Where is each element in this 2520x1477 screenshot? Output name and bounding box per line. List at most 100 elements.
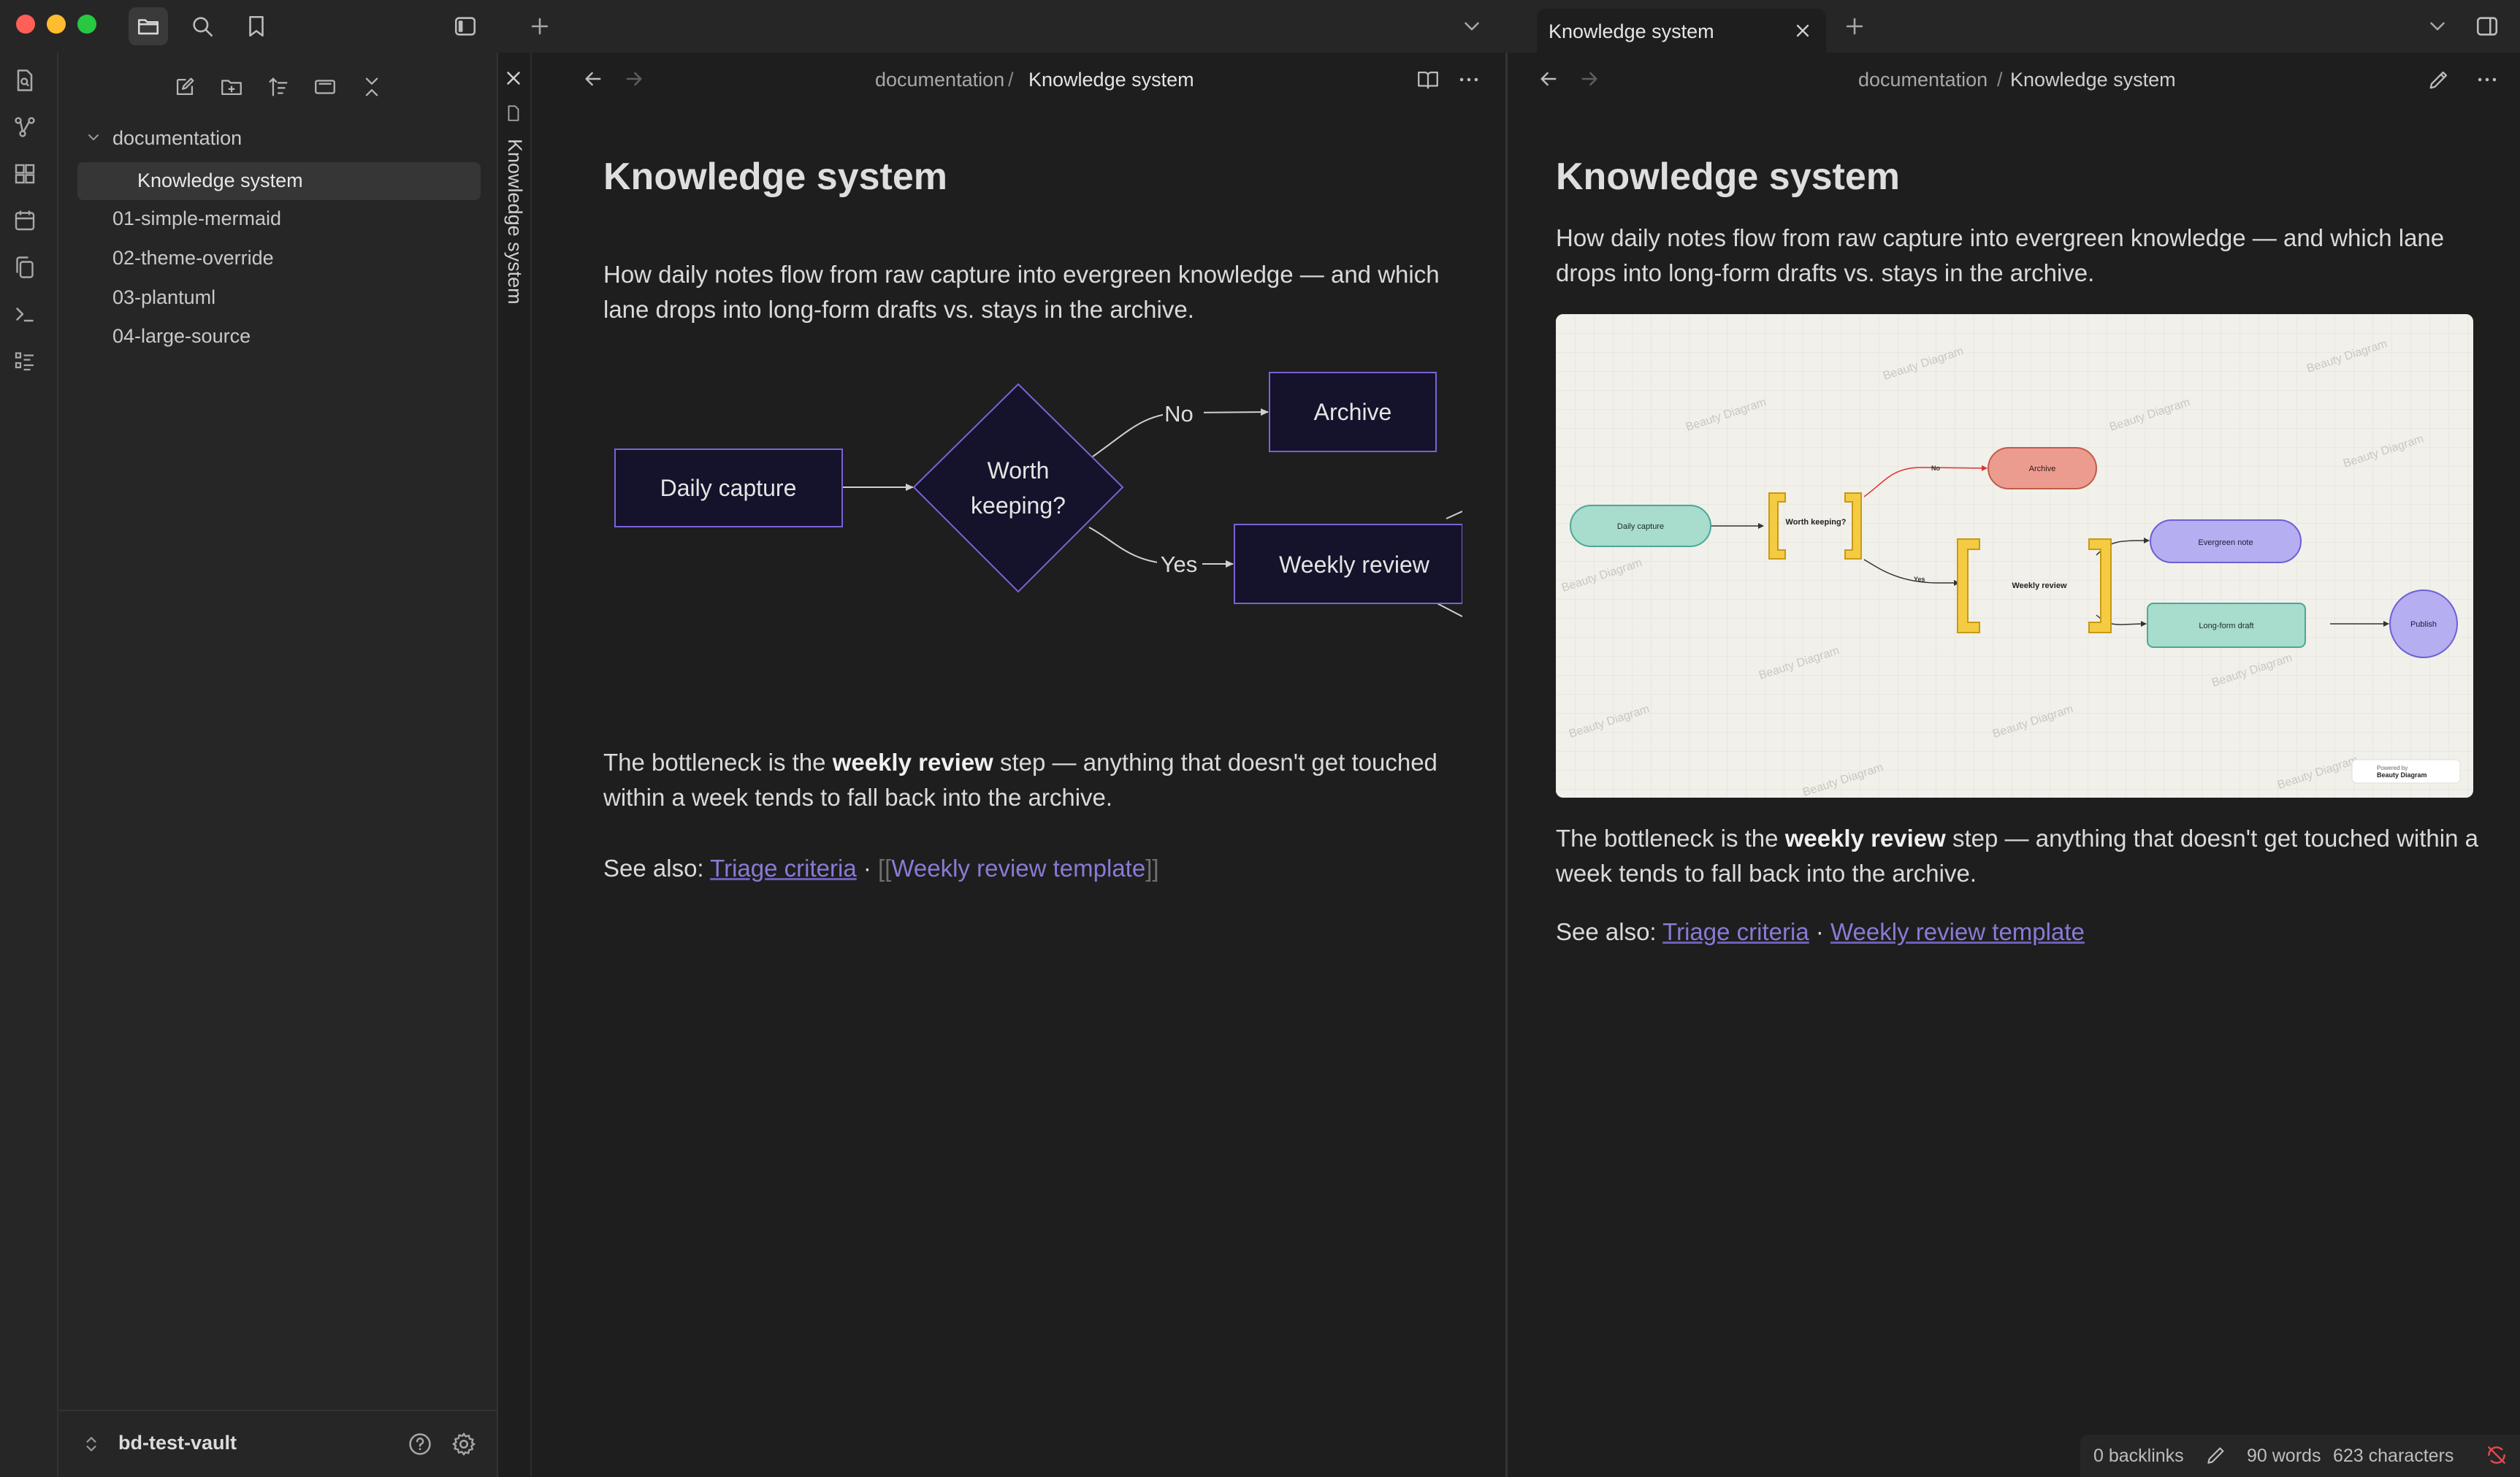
sort-icon xyxy=(269,77,288,96)
graph-icon xyxy=(15,117,35,137)
edge-label-yes-img: Yes xyxy=(1914,576,1925,583)
bottleneck-pre-right: The bottleneck is the xyxy=(1556,825,1785,852)
more-options-button[interactable] xyxy=(1456,67,1486,96)
file-item-02-theme-override[interactable]: 02-theme-override xyxy=(112,247,274,270)
breadcrumb-separator: / xyxy=(1008,69,1014,91)
book-open-icon xyxy=(1418,71,1438,89)
status-bar: 0 backlinks 90 words 623 characters xyxy=(2080,1435,2520,1477)
daily-note-button[interactable] xyxy=(12,207,41,237)
file-item-knowledge-system[interactable]: Knowledge system xyxy=(137,169,303,192)
file-item-03-plantuml[interactable]: 03-plantuml xyxy=(112,286,215,309)
auto-reveal-button[interactable] xyxy=(308,70,342,104)
sort-button[interactable] xyxy=(261,70,295,104)
beauty-diagram-image: Beauty Diagram Beauty Diagram Beauty Dia… xyxy=(1556,314,2473,798)
wikilink-open-brackets: [[ xyxy=(878,855,892,882)
graph-view-button[interactable] xyxy=(12,114,41,143)
minimize-window-button[interactable] xyxy=(47,15,66,34)
bookmark-icon xyxy=(249,15,264,37)
node-weekly-review-img-label: Weekly review xyxy=(2012,581,2066,590)
reading-view-button[interactable] xyxy=(1416,67,1445,96)
help-icon xyxy=(409,1433,431,1455)
see-also-left: See also: Triage criteria · [[Weekly rev… xyxy=(603,851,1480,886)
link-weekly-review-template-right[interactable]: Weekly review template xyxy=(1830,918,2085,945)
gear-icon xyxy=(452,1432,476,1456)
breadcrumb-note-right[interactable]: Knowledge system xyxy=(2010,69,2176,91)
bottleneck-line-2-right: week tends to fall back into the archive… xyxy=(1556,860,1977,887)
character-count: 623 characters xyxy=(2333,1446,2454,1466)
link-triage-criteria-right[interactable]: Triage criteria xyxy=(1662,918,1809,945)
word-count: 90 words xyxy=(2247,1446,2321,1466)
edit-mode-button[interactable] xyxy=(2427,67,2456,96)
pencil-icon xyxy=(2207,1447,2224,1464)
back-button-right[interactable] xyxy=(1537,67,1566,96)
bookmarks-tab[interactable] xyxy=(237,7,276,45)
edge-label-yes: Yes xyxy=(1161,552,1198,577)
toggle-right-sidebar-button[interactable] xyxy=(2467,7,2507,45)
arrow-right-icon xyxy=(1581,72,1597,86)
stacked-tab-title: Knowledge system xyxy=(504,139,526,305)
maximize-window-button[interactable] xyxy=(77,15,96,34)
new-tab-button[interactable] xyxy=(520,7,560,45)
outline-button[interactable] xyxy=(12,348,41,377)
link-triage-criteria[interactable]: Triage criteria xyxy=(710,855,857,882)
bottleneck-paragraph-right: The bottleneck is the weekly review step… xyxy=(1556,821,2498,891)
arrow-right-icon xyxy=(626,72,642,86)
folder-documentation[interactable]: documentation xyxy=(112,127,242,150)
close-stacked-tab-button[interactable] xyxy=(503,67,526,91)
close-window-button[interactable] xyxy=(16,15,35,34)
file-item-04-large-source[interactable]: 04-large-source xyxy=(112,325,251,348)
backlinks-count[interactable]: 0 backlinks xyxy=(2093,1446,2184,1467)
collapse-all-button[interactable] xyxy=(355,70,389,104)
canvas-button[interactable] xyxy=(12,161,41,190)
forward-button-right[interactable] xyxy=(1578,67,1607,96)
more-options-button-right[interactable] xyxy=(2475,67,2504,96)
file-icon xyxy=(508,105,519,121)
new-note-button[interactable] xyxy=(168,70,202,104)
bottleneck-line-2: within a week tends to fall back into th… xyxy=(603,784,1113,811)
link-weekly-review-template[interactable]: Weekly review template xyxy=(891,855,1145,882)
file-explorer: documentation Knowledge system 01-simple… xyxy=(58,53,498,1477)
vault-switcher-chevron[interactable] xyxy=(82,1433,101,1455)
search-tab[interactable] xyxy=(183,7,222,45)
settings-button[interactable] xyxy=(450,1430,478,1458)
copy-icon xyxy=(16,256,34,278)
chevron-down-icon xyxy=(88,134,99,140)
breadcrumb-folder[interactable]: documentation xyxy=(875,69,1004,91)
toggle-left-sidebar-button[interactable] xyxy=(446,7,485,45)
tab-list-dropdown-right[interactable] xyxy=(2418,7,2457,45)
vault-name[interactable]: bd-test-vault xyxy=(118,1432,237,1454)
grid-icon xyxy=(15,164,35,184)
forward-button[interactable] xyxy=(622,67,652,96)
node-worth-keeping xyxy=(912,383,1124,593)
breadcrumb-note[interactable]: Knowledge system xyxy=(1028,69,1194,91)
chevron-down-icon xyxy=(2430,22,2445,31)
title-bar: Knowledge system xyxy=(0,0,2520,53)
tab-list-dropdown-left[interactable] xyxy=(1452,7,1492,45)
tab-label: Knowledge system xyxy=(1549,20,1714,42)
new-tab-button-right[interactable] xyxy=(1835,7,1874,45)
folder-chevron[interactable] xyxy=(85,129,102,146)
sync-status-button[interactable] xyxy=(2485,1443,2510,1468)
vault-switcher-bar: bd-test-vault xyxy=(58,1410,497,1477)
back-button[interactable] xyxy=(581,67,611,96)
bottleneck-pre: The bottleneck is the xyxy=(603,749,833,776)
close-tab-button[interactable] xyxy=(1790,18,1816,44)
file-item-01-simple-mermaid[interactable]: 01-simple-mermaid xyxy=(112,207,281,230)
bottleneck-bold: weekly review xyxy=(832,749,993,776)
breadcrumb-folder-right[interactable]: documentation xyxy=(1858,69,1988,91)
templates-button[interactable] xyxy=(12,254,41,283)
stacked-tab-strip[interactable]: Knowledge system xyxy=(498,53,532,1477)
help-button[interactable] xyxy=(406,1430,434,1458)
note-title-left: Knowledge system xyxy=(603,156,948,198)
bottleneck-post-right: step — anything that doesn't get touched… xyxy=(1945,825,2478,852)
node-daily-capture-label: Daily capture xyxy=(660,475,797,501)
tab-knowledge-system[interactable]: Knowledge system xyxy=(1537,9,1826,53)
command-palette-button[interactable] xyxy=(12,301,41,330)
editing-mode-indicator[interactable] xyxy=(2204,1443,2229,1468)
bottleneck-post: step — anything that doesn't get touched xyxy=(993,749,1437,776)
new-folder-button[interactable] xyxy=(215,70,248,104)
badge-line-1: Powered by xyxy=(2377,765,2408,771)
see-also-right: See also: Triage criteria · Weekly revie… xyxy=(1556,915,2498,950)
quick-switcher-button[interactable] xyxy=(12,67,41,96)
file-explorer-tab[interactable] xyxy=(129,7,168,45)
